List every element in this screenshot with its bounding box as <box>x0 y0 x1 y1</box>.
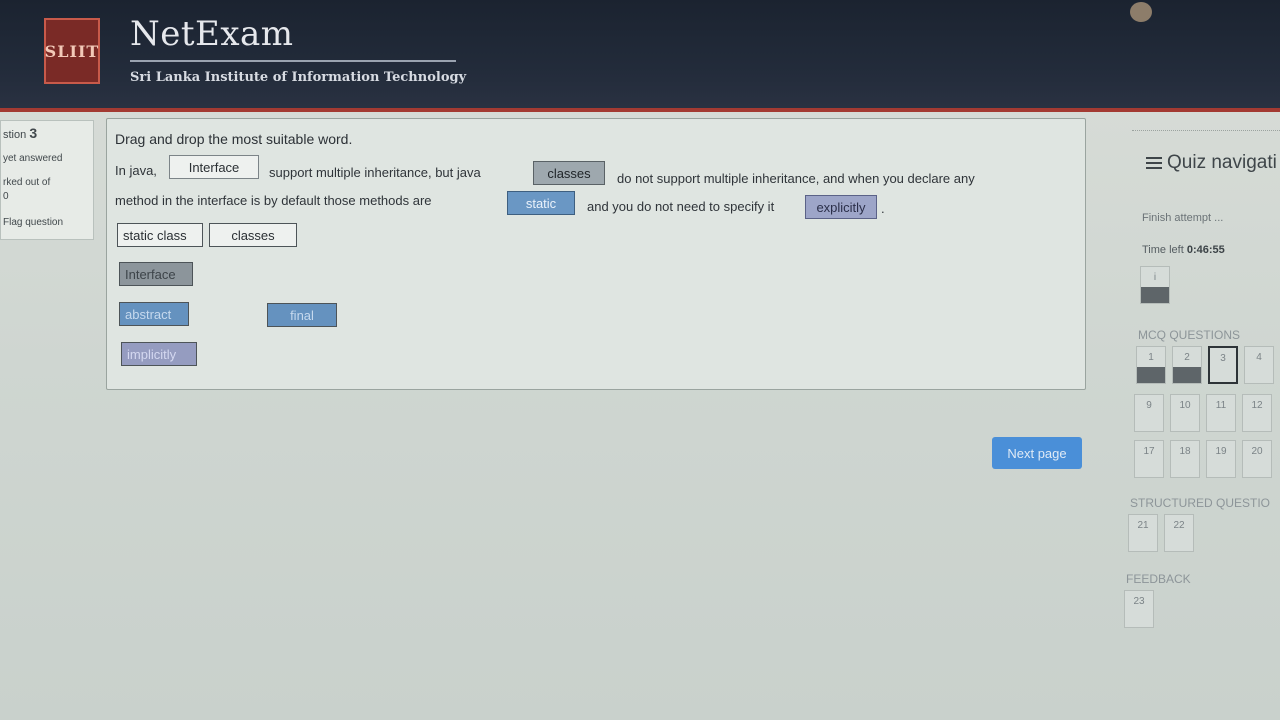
drop-zone-4[interactable]: explicitly <box>805 195 877 219</box>
quiz-navigation-title: Quiz navigati <box>1146 152 1277 174</box>
nav-question-22[interactable]: 22 <box>1164 514 1194 552</box>
institute-name: Sri Lanka Institute of Information Techn… <box>130 70 467 85</box>
quiz-navigation-panel: Quiz navigati Finish attempt ... Time le… <box>1124 130 1280 650</box>
sentence-part-4: method in the interface is by default th… <box>115 193 432 208</box>
sentence-part-2: support multiple inheritance, but java <box>269 165 481 180</box>
nav-question-23[interactable]: 23 <box>1124 590 1154 628</box>
choice-static-class[interactable]: static class <box>117 223 203 247</box>
marks-value: 0 <box>3 191 9 202</box>
choice-final[interactable]: final <box>267 303 337 327</box>
next-page-button[interactable]: Next page <box>992 437 1082 469</box>
nav-divider <box>1132 130 1280 131</box>
nav-question-9[interactable]: 9 <box>1134 394 1164 432</box>
site-header: SLIIT NetExam Sri Lanka Institute of Inf… <box>0 0 1280 112</box>
choice-interface[interactable]: Interface <box>119 262 193 286</box>
drop-zone-1[interactable]: Interface <box>169 155 259 179</box>
title-divider <box>130 60 456 62</box>
marked-label: rked out of <box>3 177 51 188</box>
question-instruction: Drag and drop the most suitable word. <box>115 131 353 147</box>
nav-question-17[interactable]: 17 <box>1134 440 1164 478</box>
header-accent-line <box>0 108 1280 112</box>
drop-zone-3[interactable]: static <box>507 191 575 215</box>
user-avatar[interactable] <box>1130 2 1152 22</box>
sliit-logo: SLIIT <box>44 18 100 84</box>
nav-question-3[interactable]: 3 <box>1208 346 1238 384</box>
nav-question-19[interactable]: 19 <box>1206 440 1236 478</box>
sentence-part-3: do not support multiple inheritance, and… <box>617 171 975 186</box>
nav-question-11[interactable]: 11 <box>1206 394 1236 432</box>
app-title: NetExam <box>130 14 294 54</box>
nav-question-18[interactable]: 18 <box>1170 440 1200 478</box>
time-left: Time left 0:46:55 <box>1142 244 1225 256</box>
nav-question-21[interactable]: 21 <box>1128 514 1158 552</box>
nav-question-12[interactable]: 12 <box>1242 394 1272 432</box>
nav-question-1[interactable]: 1 <box>1136 346 1166 384</box>
flag-question-link[interactable]: Flag question <box>3 217 63 228</box>
info-nav-button[interactable]: i <box>1140 266 1170 304</box>
menu-icon <box>1146 154 1162 172</box>
structured-section-label: STRUCTURED QUESTIO <box>1130 496 1271 510</box>
drop-zone-2[interactable]: classes <box>533 161 605 185</box>
choice-classes[interactable]: classes <box>209 223 297 247</box>
nav-question-2[interactable]: 2 <box>1172 346 1202 384</box>
question-info-panel: stion 3 yet answered rked out of 0 Flag … <box>0 120 94 240</box>
choice-abstract[interactable]: abstract <box>119 302 189 326</box>
question-number: stion 3 <box>3 125 38 141</box>
nav-question-20[interactable]: 20 <box>1242 440 1272 478</box>
sentence-part-5: and you do not need to specify it <box>587 199 775 214</box>
logo-text: SLIIT <box>44 41 100 61</box>
nav-question-10[interactable]: 10 <box>1170 394 1200 432</box>
answer-status: yet answered <box>3 153 63 164</box>
nav-question-4[interactable]: 4 <box>1244 346 1274 384</box>
choice-implicitly[interactable]: implicitly <box>121 342 197 366</box>
sentence-part-6: . <box>881 201 885 216</box>
sentence-part-1: In java, <box>115 163 157 178</box>
feedback-section-label: FEEDBACK <box>1126 572 1191 586</box>
time-left-value: 0:46:55 <box>1186 244 1225 256</box>
question-content-box: Drag and drop the most suitable word. In… <box>106 118 1086 390</box>
mcq-section-label: MCQ QUESTIONS <box>1138 328 1241 342</box>
finish-attempt-link[interactable]: Finish attempt ... <box>1142 212 1223 224</box>
